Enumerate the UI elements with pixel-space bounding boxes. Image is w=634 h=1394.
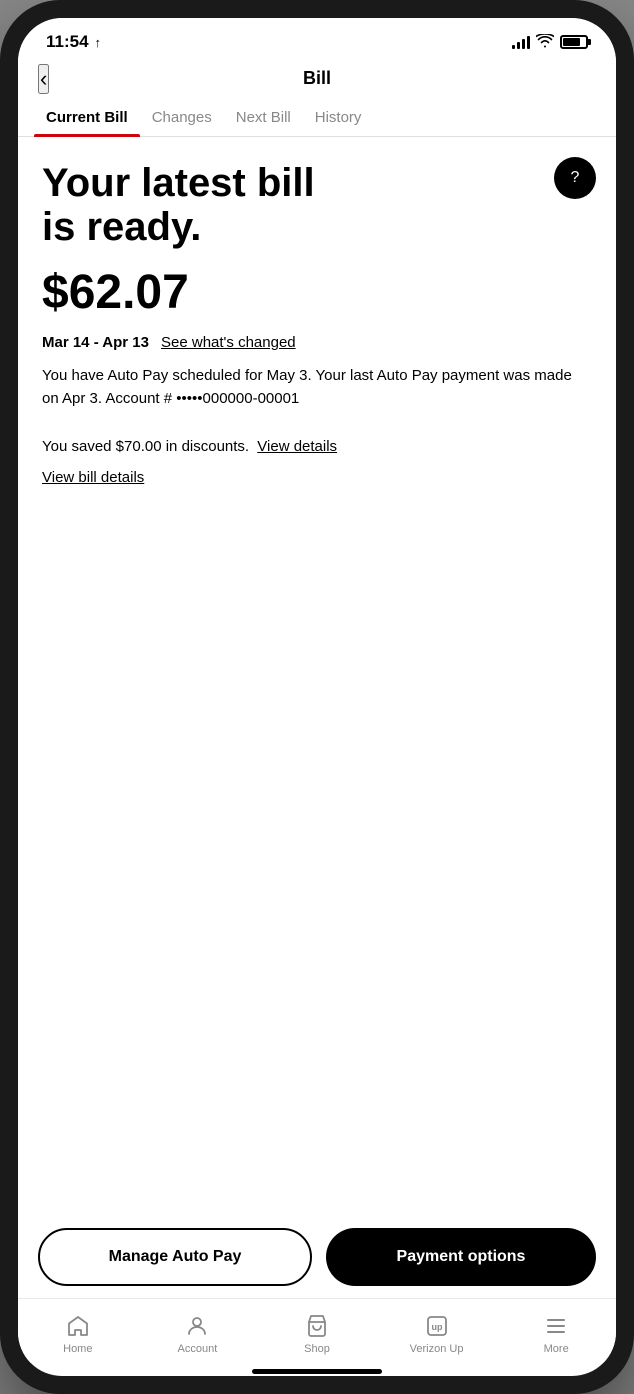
header: ‹ Bill [18,60,616,97]
svg-text:up: up [431,1322,442,1332]
verizonup-nav-label: Verizon Up [410,1343,464,1355]
home-icon [65,1313,91,1339]
status-icons [512,34,588,51]
spacer [42,430,592,438]
discount-amount: You saved $70.00 in discounts. [42,438,249,455]
nav-item-account[interactable]: Account [138,1309,258,1359]
nav-item-more[interactable]: More [496,1309,616,1359]
main-content: ? Your latest bill is ready. $62.07 Mar … [18,137,616,1212]
see-changes-link[interactable]: See what's changed [161,334,296,351]
wifi-icon [536,34,554,51]
nav-item-verizonup[interactable]: up Verizon Up [377,1309,497,1359]
tab-next-bill[interactable]: Next Bill [224,97,303,136]
view-discount-details-link[interactable]: View details [257,438,337,455]
tab-current-bill[interactable]: Current Bill [34,97,140,136]
bill-date-row: Mar 14 - Apr 13 See what's changed [42,334,592,351]
phone-frame: 11:54 ↑ [0,0,634,1394]
tab-changes[interactable]: Changes [140,97,224,136]
status-bar: 11:54 ↑ [18,18,616,60]
nav-item-home[interactable]: Home [18,1309,138,1359]
page-title: Bill [303,68,331,89]
back-button[interactable]: ‹ [38,64,49,94]
location-icon: ↑ [95,35,102,50]
time-label: 11:54 [46,32,89,52]
bottom-navigation: Home Account [18,1298,616,1363]
bill-date-range: Mar 14 - Apr 13 [42,334,149,351]
payment-options-button[interactable]: Payment options [326,1228,596,1286]
phone-screen: 11:54 ↑ [18,18,616,1376]
account-nav-label: Account [178,1343,218,1355]
home-indicator [252,1369,382,1374]
verizonup-icon: up [424,1313,450,1339]
shop-nav-label: Shop [304,1343,330,1355]
tab-navigation: Current Bill Changes Next Bill History [18,97,616,137]
shop-icon [304,1313,330,1339]
question-mark-icon: ? [571,169,580,187]
help-button[interactable]: ? [554,157,596,199]
signal-bars-icon [512,35,530,49]
bill-heading: Your latest bill is ready. [42,161,322,249]
battery-icon [560,35,588,49]
account-icon [184,1313,210,1339]
view-bill-details-link[interactable]: View bill details [42,469,592,486]
discount-text: You saved $70.00 in discounts. View deta… [42,438,592,455]
tab-history[interactable]: History [303,97,374,136]
autopay-info: You have Auto Pay scheduled for May 3. Y… [42,365,592,410]
bottom-buttons: Manage Auto Pay Payment options [18,1212,616,1298]
home-nav-label: Home [63,1343,92,1355]
nav-item-shop[interactable]: Shop [257,1309,377,1359]
bill-amount: $62.07 [42,265,592,320]
more-nav-label: More [544,1343,569,1355]
more-icon [543,1313,569,1339]
status-time: 11:54 ↑ [46,32,101,52]
manage-autopay-button[interactable]: Manage Auto Pay [38,1228,312,1286]
